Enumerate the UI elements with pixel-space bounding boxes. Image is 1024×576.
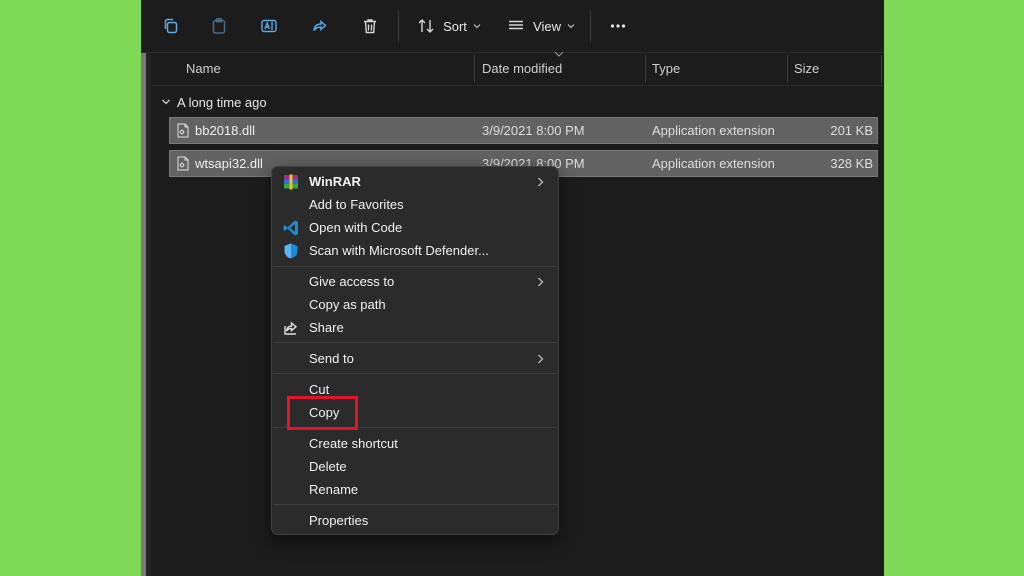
menu-item-winrar[interactable]: WinRAR [276, 170, 554, 193]
column-divider[interactable] [787, 55, 788, 83]
file-size: 201 KB [830, 123, 873, 138]
menu-item-scan-defender[interactable]: Scan with Microsoft Defender... [276, 239, 554, 262]
dll-file-icon [177, 123, 189, 138]
group-label: A long time ago [177, 94, 267, 110]
menu-item-properties[interactable]: Properties [276, 509, 554, 532]
menu-separator [273, 266, 557, 267]
table-row[interactable]: bb2018.dll 3/9/2021 8:00 PM Application … [169, 117, 878, 144]
chevron-right-icon [538, 277, 544, 287]
menu-item-label: Send to [309, 351, 354, 366]
file-size: 328 KB [830, 156, 873, 171]
context-menu: WinRAR Add to Favorites Open with Code S… [271, 166, 559, 535]
copy-highlight-annotation [287, 396, 358, 430]
share-icon [284, 321, 298, 335]
menu-item-delete[interactable]: Delete [276, 455, 554, 478]
menu-item-label: Create shortcut [309, 436, 398, 451]
shield-icon [284, 243, 298, 259]
menu-item-send-to[interactable]: Send to [276, 347, 554, 370]
menu-item-label: Delete [309, 459, 347, 474]
paste-icon [212, 18, 226, 34]
file-name: bb2018.dll [195, 123, 255, 138]
share-icon [313, 19, 327, 32]
file-type: Application extension [652, 156, 775, 171]
sort-label: Sort [443, 18, 467, 34]
menu-item-label: Give access to [309, 274, 395, 289]
menu-item-label: WinRAR [309, 174, 361, 189]
column-divider[interactable] [474, 55, 475, 83]
trash-icon [364, 19, 376, 34]
sort-button[interactable]: Sort [413, 12, 485, 40]
menu-item-open-with-code[interactable]: Open with Code [276, 216, 554, 239]
column-header-date[interactable]: Date modified [482, 53, 562, 85]
menu-item-give-access[interactable]: Give access to [276, 270, 554, 293]
menu-item-copy-as-path[interactable]: Copy as path [276, 293, 554, 316]
menu-separator [273, 342, 557, 343]
chevron-right-icon [538, 177, 544, 187]
view-label: View [533, 18, 561, 34]
command-bar: Sort View [141, 0, 884, 53]
menu-item-label: Properties [309, 513, 369, 528]
dll-file-icon [177, 156, 189, 171]
copy-toolbar-button[interactable] [157, 12, 185, 40]
file-date: 3/9/2021 8:00 PM [482, 123, 585, 138]
menu-separator [273, 504, 557, 505]
sort-icon [418, 19, 434, 33]
view-button[interactable]: View [505, 12, 577, 40]
menu-item-label: Copy as path [309, 297, 386, 312]
menu-separator [273, 373, 557, 374]
winrar-icon [284, 174, 298, 190]
column-divider[interactable] [881, 55, 882, 83]
column-header-row: Name Date modified Type Size [151, 51, 884, 86]
menu-item-share[interactable]: Share [276, 316, 554, 339]
more-icon [610, 24, 626, 28]
toolbar-separator [398, 10, 399, 42]
group-header[interactable]: A long time ago [161, 91, 267, 113]
chevron-down-icon [473, 24, 481, 29]
file-type: Application extension [652, 123, 775, 138]
column-divider[interactable] [645, 55, 646, 83]
chevron-down-icon [162, 99, 170, 105]
copy-icon [164, 18, 178, 34]
menu-item-label: Open with Code [309, 220, 403, 235]
column-header-type[interactable]: Type [652, 53, 680, 85]
menu-item-label: Add to Favorites [309, 197, 404, 212]
menu-item-label: Cut [309, 382, 330, 397]
menu-item-label: Rename [309, 482, 359, 497]
toolbar-separator [590, 10, 591, 42]
column-header-name[interactable]: Name [186, 53, 221, 85]
file-name: wtsapi32.dll [195, 156, 263, 171]
column-header-size[interactable]: Size [794, 53, 819, 85]
menu-item-add-to-favorites[interactable]: Add to Favorites [276, 193, 554, 216]
delete-toolbar-button[interactable] [356, 12, 384, 40]
chevron-right-icon [538, 354, 544, 364]
menu-item-rename[interactable]: Rename [276, 478, 554, 501]
rename-icon [261, 19, 277, 33]
more-options-button[interactable] [603, 12, 633, 40]
chevron-down-icon [567, 24, 575, 29]
vscode-icon [283, 220, 298, 236]
menu-item-create-shortcut[interactable]: Create shortcut [276, 432, 554, 455]
share-toolbar-button[interactable] [306, 12, 334, 40]
rename-toolbar-button[interactable] [255, 12, 283, 40]
paste-toolbar-button[interactable] [205, 12, 233, 40]
view-list-icon [509, 20, 524, 30]
menu-item-label: Share [309, 320, 344, 335]
menu-item-label: Scan with Microsoft Defender... [309, 243, 489, 258]
